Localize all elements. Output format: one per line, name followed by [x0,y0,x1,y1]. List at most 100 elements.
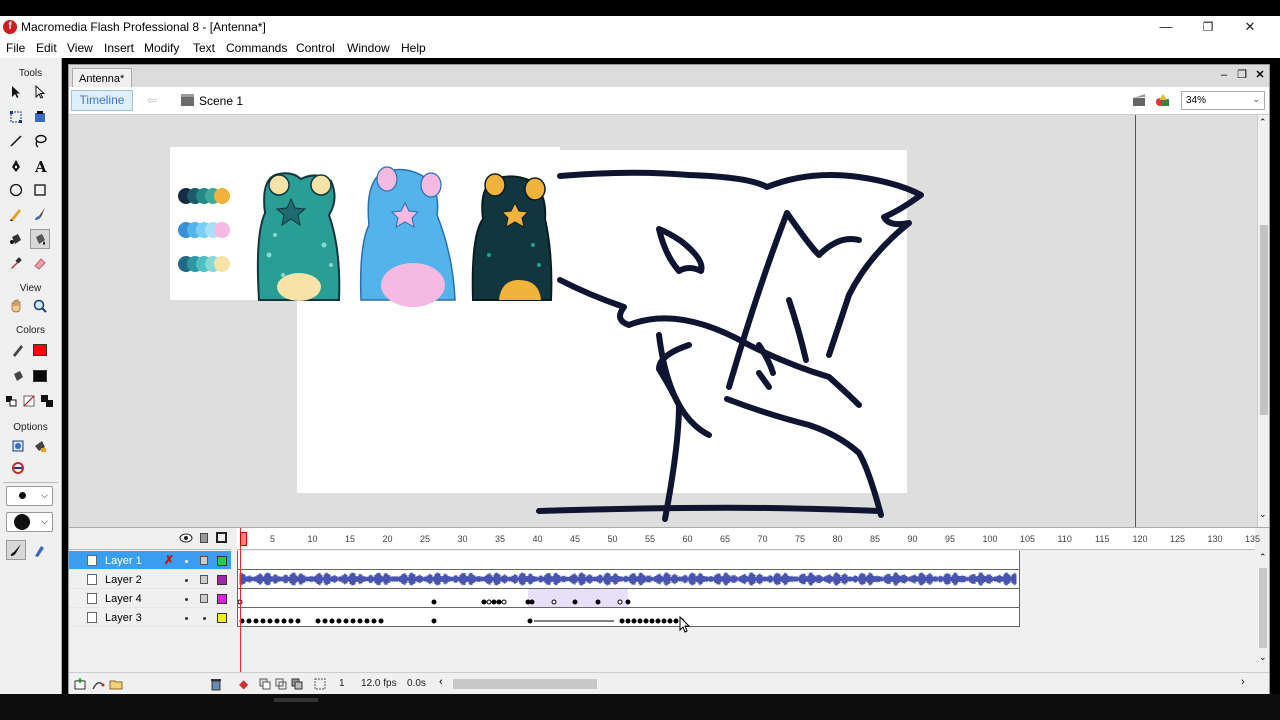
layer-row-layer-4[interactable]: Layer 4 [69,589,231,608]
brush-shape-dropdown[interactable]: ⌵ [6,512,53,532]
arrow-tool-icon[interactable] [6,82,26,102]
swap-colors-icon[interactable] [38,391,56,411]
zoom-tool-icon[interactable] [30,296,50,316]
fill-color-swatch[interactable] [33,370,47,382]
menu-view[interactable]: View [67,41,93,55]
menu-commands[interactable]: Commands [226,41,287,55]
text-tool-icon[interactable]: A [30,156,50,176]
scroll-thumb[interactable] [1260,225,1268,415]
no-gaps-icon[interactable] [8,458,28,478]
pressure-icon[interactable] [30,540,50,560]
back-arrow-icon[interactable]: ⇦ [147,93,157,107]
restore-button[interactable]: ❐ [1198,18,1218,36]
insert-layer-icon[interactable] [73,677,87,691]
menu-file[interactable]: File [6,41,25,55]
menu-edit[interactable]: Edit [36,41,57,55]
line-tool-icon[interactable] [6,131,26,151]
add-motion-guide-icon[interactable] [91,677,105,691]
brush-tool-icon[interactable] [30,204,50,224]
visibility-dot[interactable] [185,579,188,582]
free-transform-tool-icon[interactable] [6,107,26,127]
tl-scroll-up-icon[interactable]: ⌃ [1259,552,1267,563]
scroll-up-icon[interactable]: ⌃ [1259,117,1267,128]
hand-tool-icon[interactable] [6,296,26,316]
menu-window[interactable]: Window [347,41,390,55]
doc-minimize-icon[interactable]: – [1217,68,1231,82]
onion-skin-icon[interactable] [259,678,271,690]
layer-row-layer-1[interactable]: Layer 1 ✗ [69,551,231,570]
scroll-down-icon[interactable]: ⌄ [1259,509,1267,520]
scroll-left-icon[interactable]: ‹ [439,676,443,688]
frame-row-layer-2[interactable] [237,570,1020,589]
frame-row-layer-4[interactable] [237,589,1020,608]
visibility-dot[interactable] [185,560,188,563]
zoom-dropdown[interactable]: 34% ⌄ [1181,91,1265,110]
frame-row-layer-1[interactable] [237,551,1020,570]
frame-rate[interactable]: 12.0 fps [361,678,397,689]
frame-row-layer-3[interactable] [237,608,1020,627]
lasso-tool-icon[interactable] [30,131,50,151]
close-button[interactable]: ✕ [1240,18,1260,36]
lock-icon[interactable] [200,575,208,584]
stroke-color-swatch[interactable] [33,344,47,356]
black-white-icon[interactable] [2,391,20,411]
eraser-tool-icon[interactable] [30,253,50,273]
frames-area[interactable]: 5 10 15 20 25 30 35 40 45 50 55 60 65 70 75 80 85 90 95 100… [237,528,1260,694]
brush-size-dropdown[interactable]: ⌵ [6,486,53,506]
layer-row-layer-3[interactable]: Layer 3 [69,608,231,627]
rectangle-tool-icon[interactable] [30,180,50,200]
edit-symbols-icon[interactable] [1155,92,1171,108]
brush-mode-icon[interactable] [6,540,26,560]
center-frame-icon[interactable]: ◆ [239,677,248,691]
visibility-dot[interactable] [185,598,188,601]
timeline-toggle-button[interactable]: Timeline [71,90,133,111]
lock-all-icon[interactable] [200,533,208,543]
pencil-tool-icon[interactable] [6,204,26,224]
tl-scroll-thumb[interactable] [1259,568,1267,648]
modify-onion-markers-icon[interactable] [314,678,326,690]
delete-layer-icon[interactable] [209,677,223,691]
oval-tool-icon[interactable] [6,180,26,200]
document-tab[interactable]: Antenna* [72,68,132,87]
fill-transform-tool-icon[interactable] [30,107,50,127]
playhead-handle[interactable] [240,532,247,546]
pen-tool-icon[interactable] [6,156,26,176]
lock-icon[interactable] [200,594,208,603]
layer-outline-color[interactable] [217,556,227,566]
eyedropper-tool-icon[interactable] [6,253,26,273]
taskbar-item[interactable] [274,698,318,702]
gap-size-icon[interactable] [30,436,50,456]
doc-restore-icon[interactable]: ❐ [1235,68,1249,82]
lock-dot[interactable] [203,617,206,620]
insert-folder-icon[interactable] [109,677,123,691]
menu-control[interactable]: Control [296,41,335,55]
visibility-dot[interactable] [185,617,188,620]
show-hide-all-icon[interactable] [179,533,193,543]
onion-skin-outlines-icon[interactable] [275,678,287,690]
menu-text[interactable]: Text [193,41,215,55]
layer-row-layer-2[interactable]: Layer 2 [69,570,231,589]
ink-bottle-tool-icon[interactable] [6,229,26,249]
timeline-hscroll-thumb[interactable] [453,679,597,689]
stage-vertical-scrollbar[interactable]: ⌃ ⌄ [1257,115,1269,527]
layer-outline-color[interactable] [217,575,227,585]
minimize-button[interactable]: — [1156,18,1176,36]
tl-scroll-down-icon[interactable]: ⌄ [1259,652,1267,663]
menu-modify[interactable]: Modify [144,41,179,55]
edit-multiple-frames-icon[interactable] [291,678,303,690]
outline-all-icon[interactable] [216,532,227,543]
scroll-right-icon[interactable]: › [1241,676,1245,688]
menu-help[interactable]: Help [401,41,426,55]
layer-outline-color[interactable] [217,613,227,623]
layer-outline-color[interactable] [217,594,227,604]
playhead-line[interactable] [240,528,247,676]
menu-insert[interactable]: Insert [104,41,134,55]
lock-fill-icon[interactable] [8,436,28,456]
doc-close-icon[interactable]: ✕ [1253,68,1267,82]
no-color-icon[interactable] [20,391,38,411]
subselect-tool-icon[interactable] [30,82,50,102]
paint-bucket-tool-icon[interactable] [30,229,50,249]
frame-ruler[interactable]: 5 10 15 20 25 30 35 40 45 50 55 60 65 70 75 80 85 90 95 100… [237,528,1260,550]
edit-scene-icon[interactable] [1131,92,1147,108]
timeline-vscroll[interactable]: ⌃ ⌄ [1257,552,1269,670]
